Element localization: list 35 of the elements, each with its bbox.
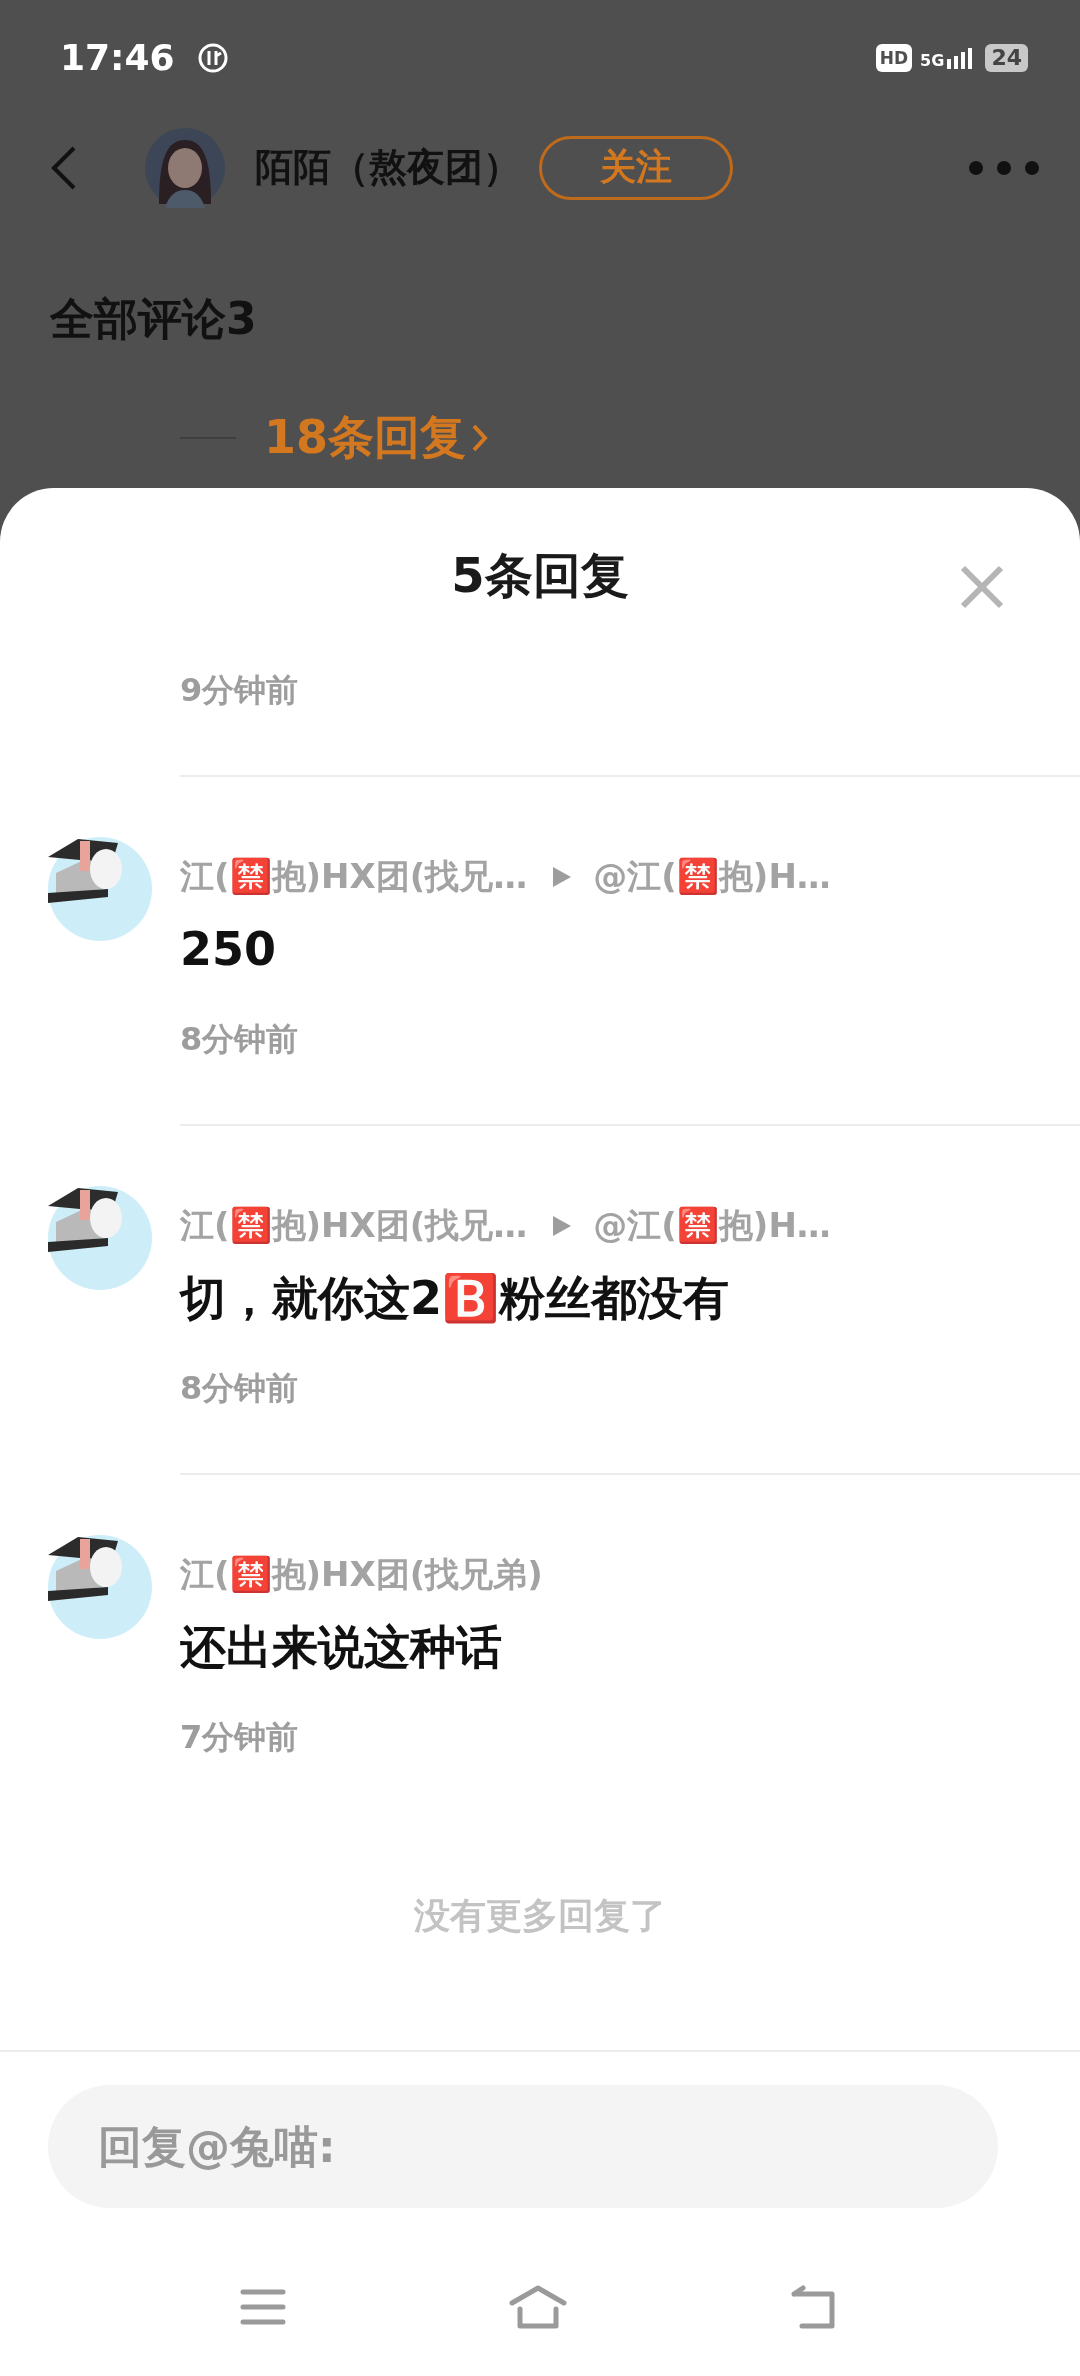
reply-text: 还出来说这种话 [180, 1619, 503, 1676]
close-icon[interactable] [960, 565, 1004, 609]
reply-time: 7分钟前 [180, 1717, 300, 1758]
circle-icon [196, 41, 229, 74]
triangle-icon [553, 1216, 572, 1236]
reply-time: 8分钟前 [180, 1019, 300, 1060]
avatar[interactable] [48, 1186, 153, 1291]
hd-badge: HD [875, 43, 913, 72]
home-icon[interactable] [509, 2285, 567, 2329]
replies-link[interactable]: 18条回复 [264, 407, 466, 469]
reply-text: 250 [180, 921, 278, 978]
reply-input[interactable]: 回复@兔喵: [48, 2085, 998, 2208]
user-name[interactable]: 江(🈲抱)HX团(找兄… [180, 1203, 528, 1249]
reply-time: 9分钟前 [180, 670, 299, 711]
more-icon[interactable] [968, 159, 1040, 176]
chevron-icon [472, 424, 488, 452]
follow-button[interactable]: 关注 [539, 135, 733, 200]
reply-text: 切，就你这2🅱粉丝都没有 [180, 1270, 730, 1327]
triangle-icon [553, 867, 572, 887]
avatar[interactable] [48, 1535, 153, 1640]
network-label: 5G [920, 52, 945, 69]
avatar[interactable] [48, 837, 153, 942]
reply-time: 8分钟前 [180, 1368, 300, 1409]
user-name[interactable]: 江(🈲抱)HX团(找兄弟) [180, 1552, 543, 1598]
section-title: 全部评论3 [50, 292, 258, 346]
menu-icon[interactable] [240, 2287, 286, 2327]
status-time: 17:46 [60, 37, 175, 78]
user-name[interactable]: 江(🈲抱)HX团(找兄… [180, 854, 528, 900]
back-icon[interactable] [50, 144, 78, 191]
user-name: 陌陌（熬夜团） [255, 144, 521, 191]
sheet-title: 5条回复 [451, 546, 629, 605]
reply-target[interactable]: @江(🈲抱)H… [593, 854, 831, 900]
reply-target[interactable]: @江(🈲抱)H… [593, 1203, 831, 1249]
end-note: 没有更多回复了 [414, 1895, 666, 1936]
battery-level: 24 [985, 43, 1028, 72]
